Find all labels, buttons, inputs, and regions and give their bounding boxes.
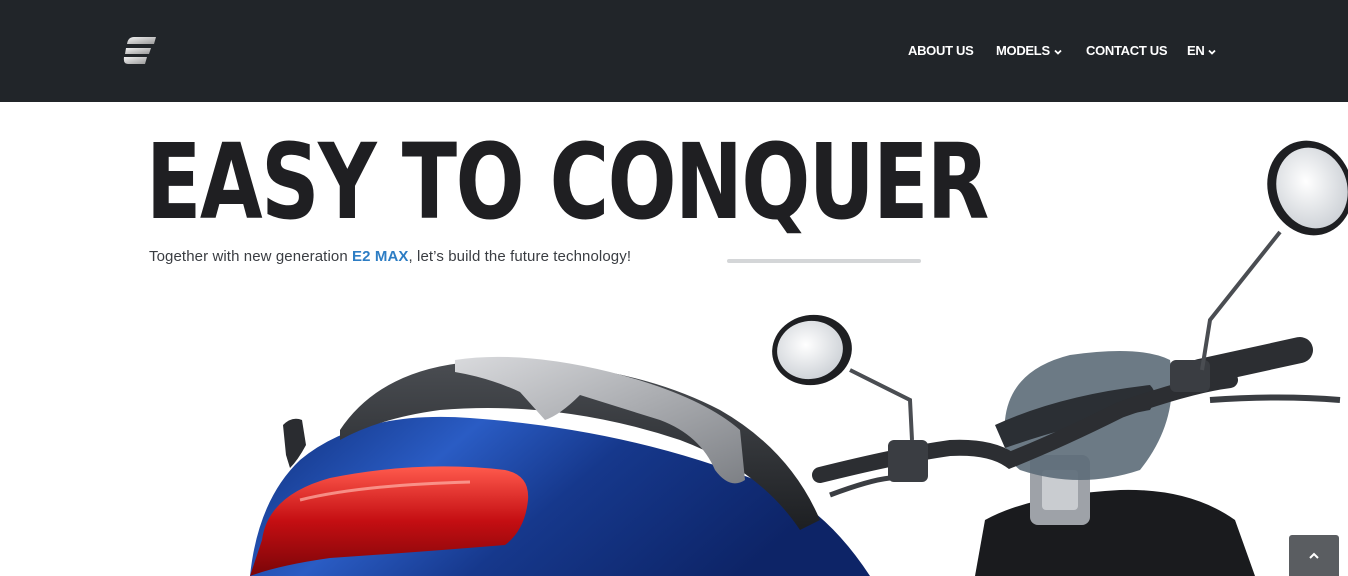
nav-about-us-label: ABOUT US: [908, 43, 974, 58]
brand-logo-icon[interactable]: [120, 34, 160, 68]
language-selector[interactable]: EN: [1187, 42, 1217, 60]
hero-subtitle: Together with new generation E2 MAX, let…: [149, 248, 631, 265]
nav-models-label: MODELS: [996, 43, 1050, 58]
chevron-down-icon: [1054, 49, 1062, 55]
site-header: ABOUT US MODELS CONTACT US EN: [0, 0, 1348, 102]
nav-models[interactable]: MODELS: [996, 42, 1062, 60]
nav-contact-us-label: CONTACT US: [1086, 43, 1168, 58]
hero-subtitle-prefix: Together with new generation: [149, 248, 353, 265]
nav-contact-us[interactable]: CONTACT US: [1086, 42, 1168, 60]
language-label: EN: [1187, 43, 1205, 58]
hero-subtitle-highlight: E2 MAX: [352, 248, 409, 265]
hero-title: EASY TO CONQUER: [146, 121, 989, 243]
back-to-top-button[interactable]: [1289, 535, 1339, 576]
hero-divider: [727, 259, 921, 263]
chevron-up-icon: [1309, 552, 1319, 559]
chevron-down-icon: [1208, 49, 1217, 55]
hero-subtitle-suffix: , let’s build the future technology!: [408, 248, 632, 265]
nav-about-us[interactable]: ABOUT US: [908, 42, 974, 60]
